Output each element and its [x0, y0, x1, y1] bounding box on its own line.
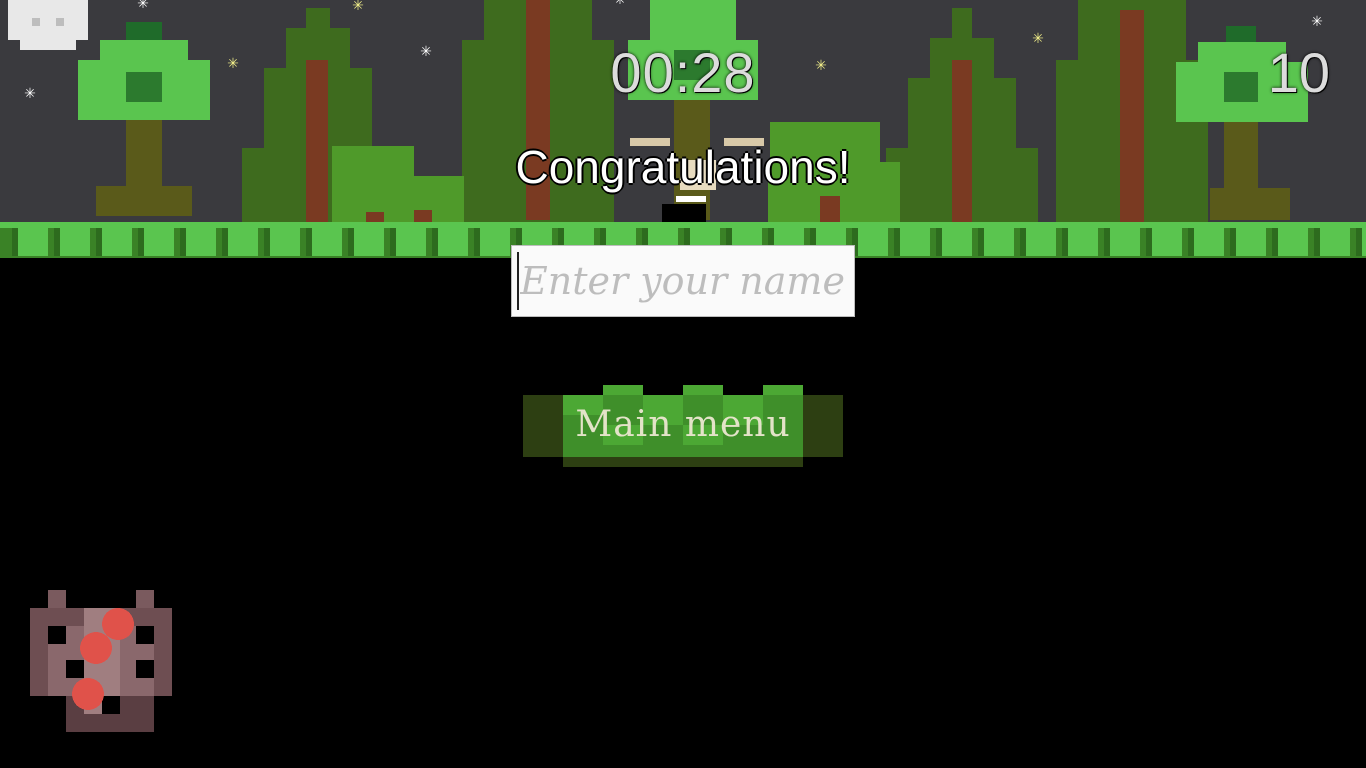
text-caret: [517, 252, 519, 310]
grass-tile: [858, 228, 888, 256]
grass-tile: [942, 228, 972, 256]
berry-icon: [102, 608, 134, 640]
grass-tile: [18, 228, 48, 256]
grass-tile: [1110, 228, 1140, 256]
grass-tile: [1278, 228, 1308, 256]
grass-tile: [270, 228, 300, 256]
forest-background: ✳ ✳ ✳ ✳ ✳ ✳ ✳ ✳ ✳: [0, 0, 1366, 258]
grass-tile: [60, 228, 90, 256]
berry-bag-icon: [30, 590, 172, 732]
grass-tile: [438, 228, 468, 256]
berry-icon: [72, 678, 104, 710]
grass-tile: [312, 228, 342, 256]
svg-text:✳: ✳: [352, 0, 364, 14]
svg-text:✳: ✳: [614, 0, 626, 8]
score-display: 10: [1267, 41, 1330, 104]
berry-icon: [80, 632, 112, 664]
svg-text:✳: ✳: [137, 0, 149, 12]
grass-tile: [186, 228, 216, 256]
grass-tile: [228, 228, 258, 256]
grass-tile: [900, 228, 930, 256]
player-name-input[interactable]: [511, 245, 855, 317]
grass-tile: [1320, 228, 1350, 256]
grass-tile: [1194, 228, 1224, 256]
grass-tile: [144, 228, 174, 256]
timer-display: 00:28: [610, 41, 756, 104]
grass-tile: [396, 228, 426, 256]
grass-tile: [1152, 228, 1182, 256]
main-menu-button[interactable]: [523, 385, 843, 467]
grass-tile: [1068, 228, 1098, 256]
grass-tile: [354, 228, 384, 256]
grass-tile: [102, 228, 132, 256]
grass-tile: [1026, 228, 1056, 256]
congratulations-title: Congratulations!: [515, 141, 851, 193]
grass-tile: [1362, 228, 1366, 256]
grass-tile: [480, 228, 510, 256]
svg-text:✳: ✳: [1311, 14, 1323, 30]
grass-tile: [1236, 228, 1266, 256]
grass-tile: [984, 228, 1014, 256]
